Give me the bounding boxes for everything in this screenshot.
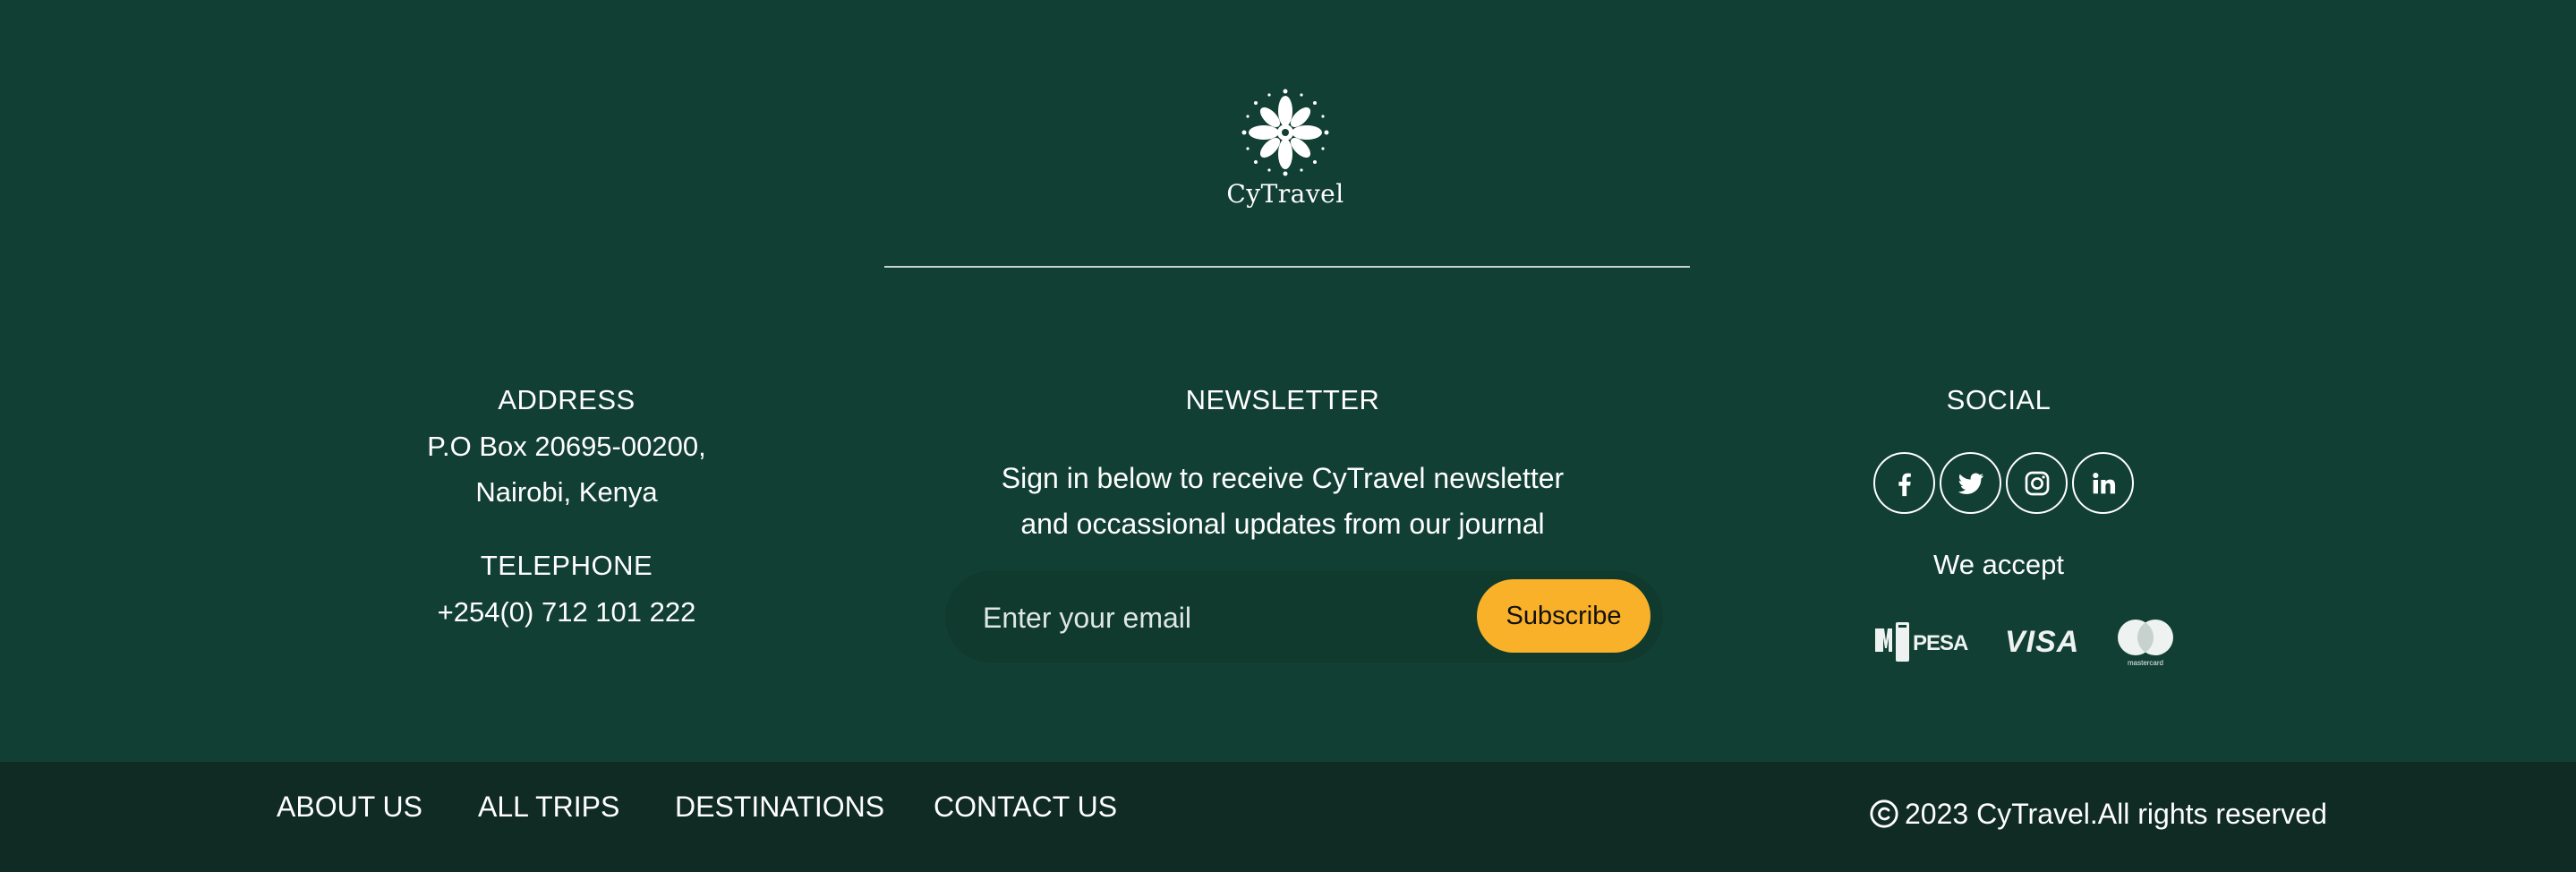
twitter-button[interactable]: [1940, 452, 2001, 514]
linkedin-icon: [2092, 472, 2115, 493]
divider: [884, 266, 1690, 268]
lotus-mandala-icon: [1241, 89, 1329, 176]
social-heading: SOCIAL: [1946, 384, 2051, 415]
copyright-icon: [1870, 799, 1898, 828]
payment-methods: PESA VISA mastercard: [1873, 614, 2182, 671]
we-accept-label: We accept: [1933, 549, 2064, 580]
copyright-text: 2023 CyTravel.All rights reserved: [1905, 797, 2327, 830]
address-heading: ADDRESS: [498, 384, 635, 415]
visa-logo: VISA: [2005, 625, 2079, 657]
brand-logo[interactable]: CyTravel: [1223, 88, 1348, 222]
telephone-heading: TELEPHONE: [480, 550, 653, 581]
mastercard-logo: mastercard: [2118, 620, 2173, 667]
instagram-icon: [2025, 471, 2049, 495]
newsletter-description: Sign in below to receive CyTravel newsle…: [925, 456, 1641, 547]
nav-link-all-trips[interactable]: ALL TRIPS: [478, 789, 619, 825]
newsletter-description-line-1: Sign in below to receive CyTravel newsle…: [1001, 462, 1565, 494]
subscribe-button[interactable]: Subscribe: [1477, 579, 1651, 653]
bottom-bar: ABOUT US ALL TRIPS DESTINATIONS CONTACT …: [0, 762, 2576, 872]
svg-text:VISA: VISA: [2005, 625, 2079, 657]
nav-link-about-us[interactable]: ABOUT US: [277, 789, 422, 825]
newsletter-description-line-2: and occassional updates from our journal: [1020, 508, 1545, 540]
newsletter-heading: NEWSLETTER: [1185, 384, 1380, 415]
copyright: 2023 CyTravel.All rights reserved: [1869, 794, 2327, 834]
nav-link-destinations[interactable]: DESTINATIONS: [675, 789, 884, 825]
svg-text:PESA: PESA: [1913, 631, 1968, 655]
nav-link-contact-us[interactable]: CONTACT US: [934, 789, 1117, 825]
social-links: [1873, 452, 2134, 515]
mpesa-logo: PESA: [1875, 622, 1968, 662]
facebook-icon: [1898, 473, 1911, 496]
newsletter-form: Subscribe: [945, 571, 1663, 663]
address-line-2: Nairobi, Kenya: [475, 476, 658, 508]
svg-text:mastercard: mastercard: [2128, 659, 2163, 667]
twitter-icon: [1958, 473, 1983, 494]
brand-name: CyTravel: [1226, 179, 1344, 209]
instagram-button[interactable]: [2006, 452, 2068, 514]
footer-main: CyTravel ADDRESS P.O Box 20695-00200, Na…: [0, 0, 2576, 762]
facebook-button[interactable]: [1873, 452, 1935, 514]
email-input[interactable]: [983, 593, 1466, 643]
telephone-number[interactable]: +254(0) 712 101 222: [388, 594, 746, 630]
address-line-1: P.O Box 20695-00200,: [427, 431, 706, 462]
linkedin-button[interactable]: [2072, 452, 2134, 514]
